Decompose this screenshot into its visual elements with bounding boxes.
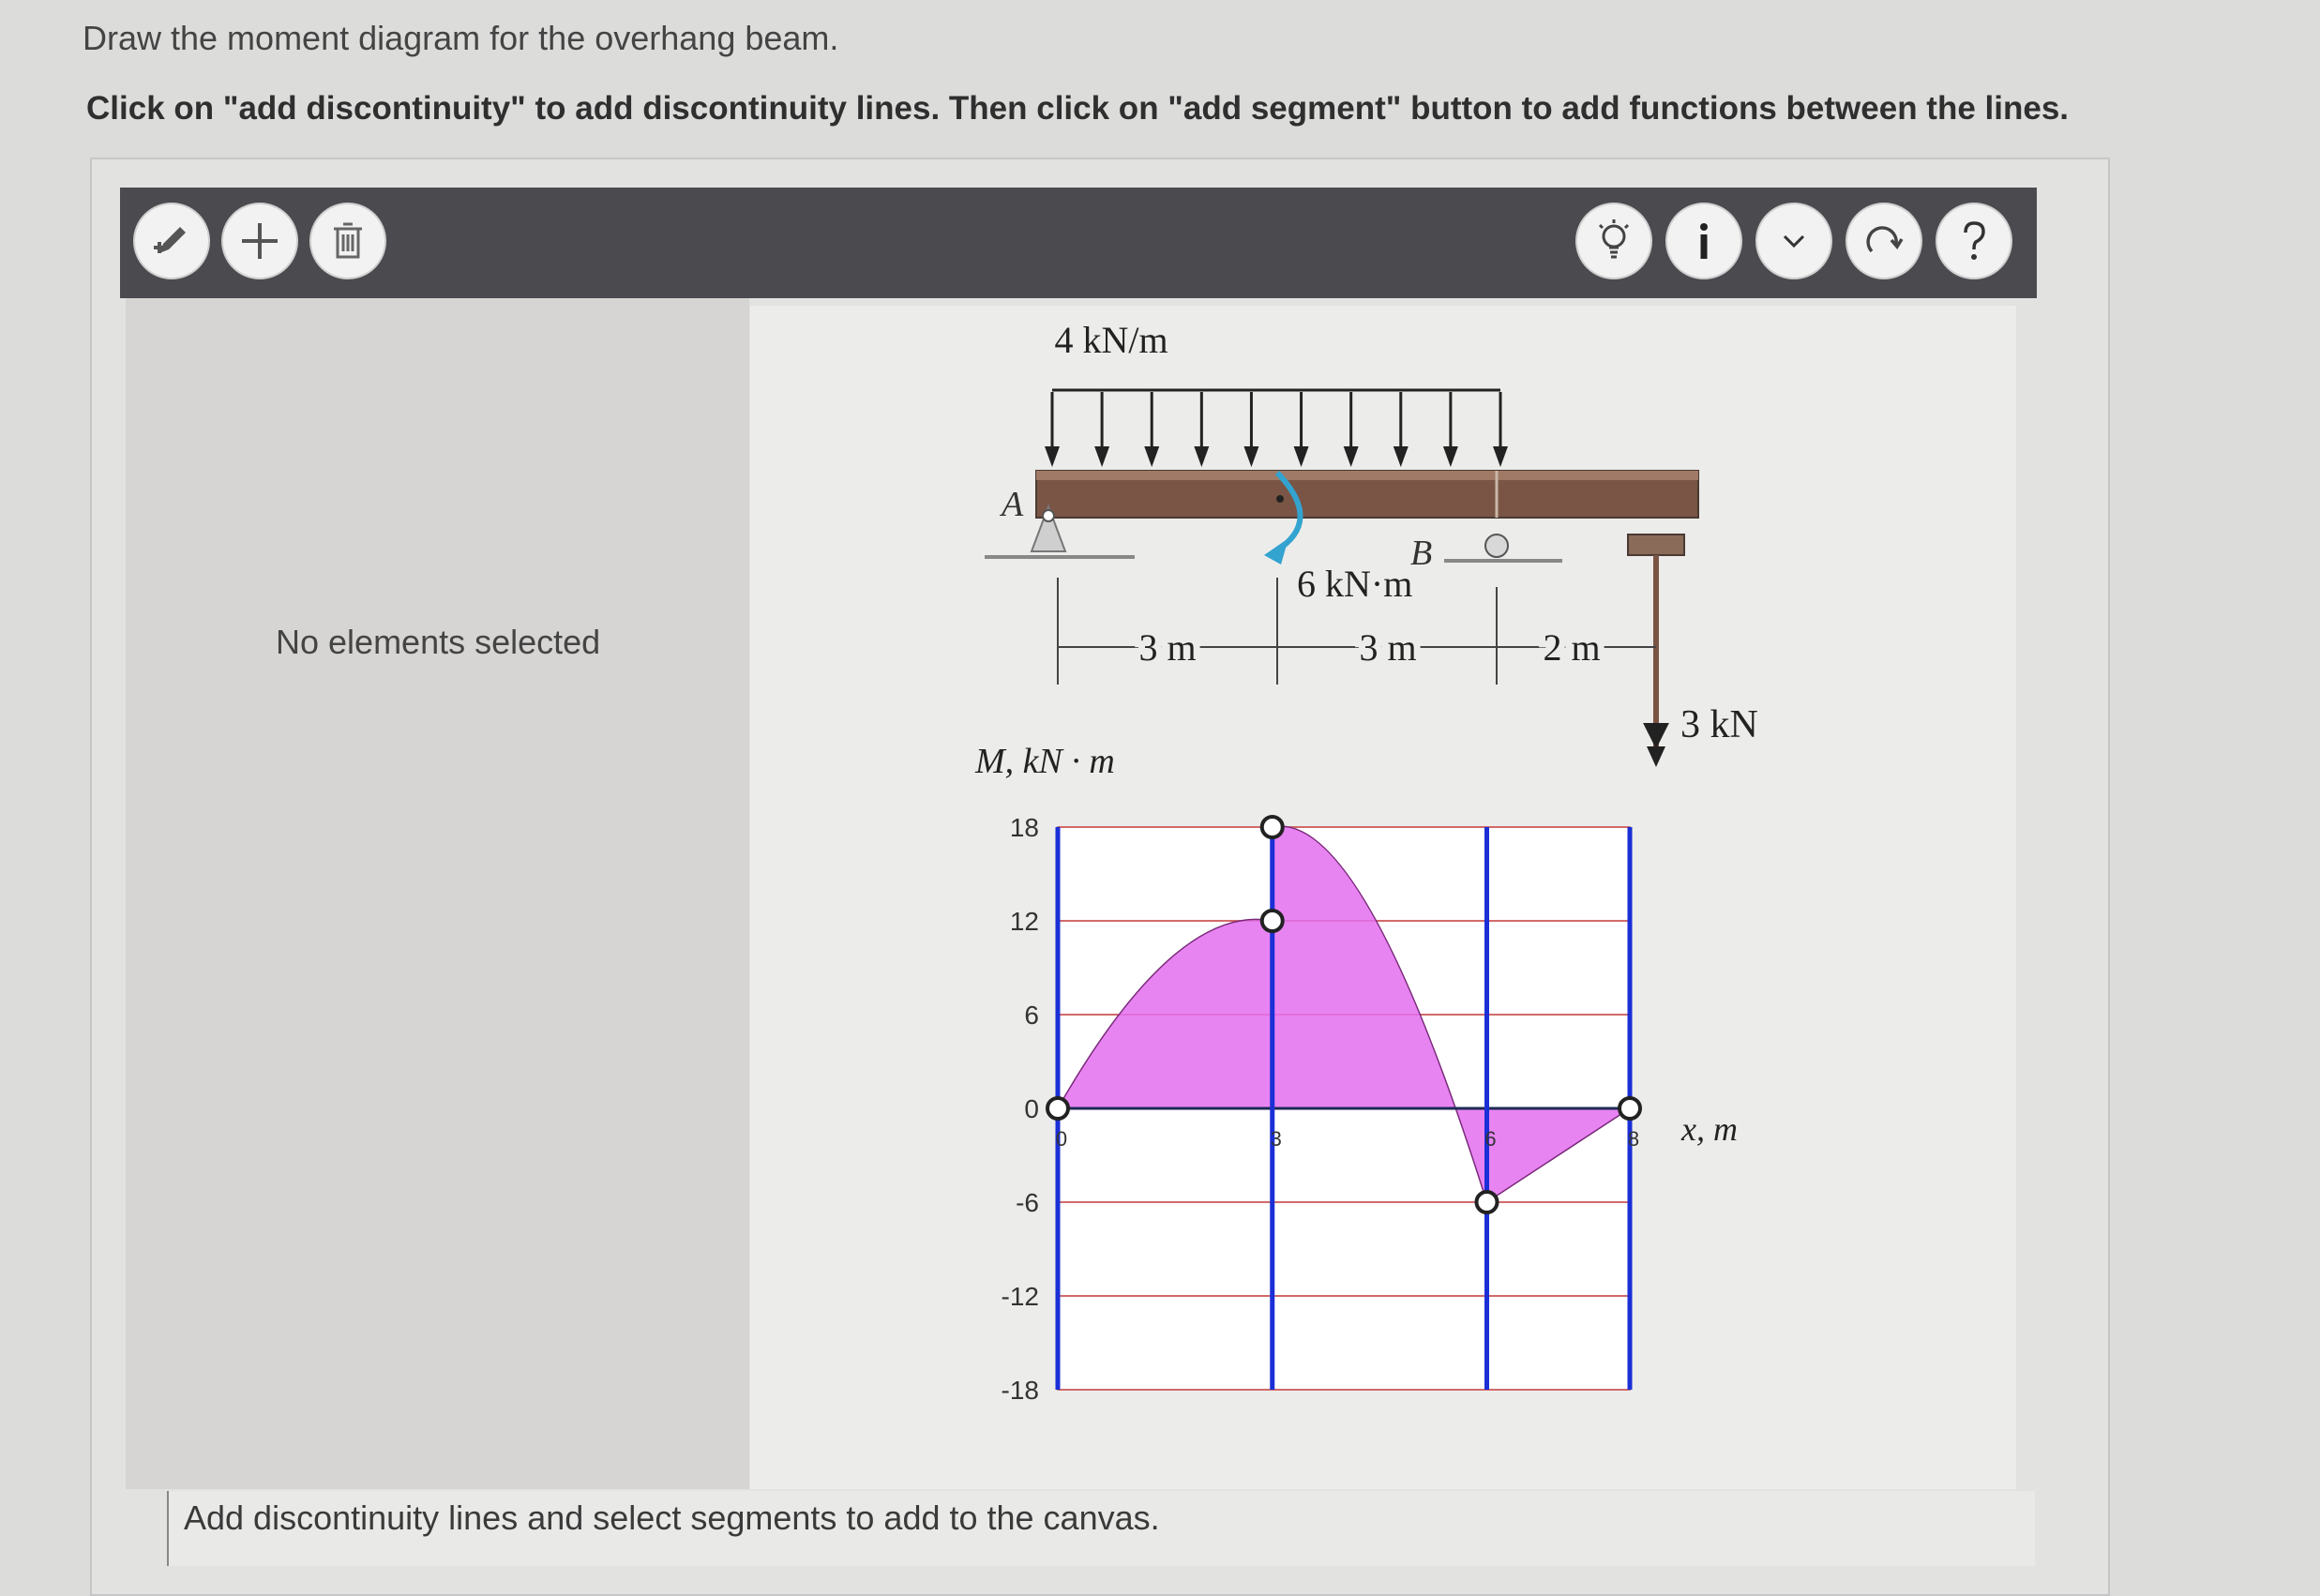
beam-highlight [1036, 471, 1698, 480]
instructions-text: Click on "add discontinuity" to add disc… [86, 90, 2070, 127]
load-arrow-head [1243, 446, 1259, 467]
moment-diagram[interactable]: 18 12 6 0 -6 -12 -18 0 3 6 8 [1002, 813, 1642, 1405]
plus-icon [242, 223, 278, 259]
distributed-load-arrows [1045, 392, 1508, 467]
y-tick-label: -6 [1016, 1188, 1039, 1217]
y-tick-label: 6 [1024, 1001, 1039, 1030]
dropdown-button[interactable] [1755, 203, 1832, 279]
control-point [1618, 1096, 1642, 1121]
load-arrow-head [1493, 446, 1508, 467]
point-load-arrowhead [1647, 746, 1665, 767]
y-tick-label: -18 [1002, 1376, 1039, 1405]
couple-moment-arrowhead [1264, 538, 1288, 565]
load-arrow-head [1393, 446, 1409, 467]
pin-a [1042, 509, 1055, 522]
load-arrow-head [1293, 446, 1309, 467]
point-load-label: 3 kN [1680, 703, 1758, 746]
toolbar [120, 188, 2037, 298]
load-arrow-head [1045, 446, 1060, 467]
lightbulb-icon [1598, 219, 1630, 259]
x-tick-label: 0 [1056, 1127, 1067, 1151]
dim-label-2: 3 m [1359, 626, 1416, 669]
help-button[interactable] [1936, 203, 2012, 279]
y-tick-label: -12 [1002, 1282, 1039, 1311]
y-tick-label: 12 [1010, 907, 1039, 936]
load-arrow-head [1343, 446, 1359, 467]
beam-figure: 4 kN/m A B 6 kN·m 3 kN 3 m 3 m 2 m [985, 319, 1758, 767]
support-b-label: B [1410, 534, 1432, 573]
info-button[interactable] [1665, 203, 1742, 279]
x-tick-label: 6 [1484, 1127, 1496, 1151]
hint-button[interactable] [1575, 203, 1652, 279]
add-discontinuity-button[interactable] [133, 203, 210, 279]
control-point [1474, 1190, 1499, 1214]
support-a-label: A [999, 485, 1024, 524]
dim-label-3: 2 m [1543, 626, 1600, 669]
roller-b [1484, 534, 1509, 558]
delete-button[interactable] [309, 203, 386, 279]
distributed-load-label: 4 kN/m [1054, 319, 1168, 361]
status-bar: Add discontinuity lines and select segme… [167, 1491, 2035, 1566]
dim-label-1: 3 m [1138, 626, 1196, 669]
load-arrow-head [1194, 446, 1210, 467]
y-tick-label: 0 [1024, 1094, 1039, 1123]
no-selection-text: No elements selected [276, 623, 601, 661]
add-segment-button[interactable] [221, 203, 298, 279]
properties-panel [126, 298, 749, 1489]
x-tick-label: 3 [1271, 1127, 1282, 1151]
trash-icon [334, 222, 362, 259]
canvas-svg: 4 kN/m A B 6 kN·m 3 kN 3 m 3 m 2 m M, kN… [974, 319, 1758, 1405]
control-point [1259, 815, 1285, 839]
chevron-down-icon [1783, 234, 1805, 248]
couple-moment-label: 6 kN·m [1297, 563, 1412, 605]
problem-prompt: Draw the moment diagram for the overhang… [83, 19, 839, 57]
pencil-plus-icon [154, 227, 186, 253]
redo-icon [1866, 226, 1904, 253]
control-point [1259, 909, 1285, 933]
load-arrow-head [1094, 446, 1110, 467]
y-tick-label: 18 [1010, 813, 1039, 842]
status-text: Add discontinuity lines and select segme… [184, 1498, 1160, 1537]
reset-button[interactable] [1845, 203, 1922, 279]
drawing-canvas[interactable]: 4 kN/m A B 6 kN·m 3 kN 3 m 3 m 2 m M, kN… [750, 306, 2016, 1489]
x-axis-label: x, m [1680, 1110, 1738, 1148]
moment-axis-label: M, kN · m [974, 742, 1115, 781]
question-icon [1964, 221, 1985, 260]
overhang-end-bracket [1627, 534, 1685, 556]
info-icon [1700, 223, 1708, 259]
x-tick-label: 8 [1628, 1127, 1639, 1151]
couple-point [1276, 495, 1284, 503]
load-arrow-head [1442, 446, 1458, 467]
control-point [1046, 1096, 1070, 1121]
load-arrow-head [1144, 446, 1160, 467]
